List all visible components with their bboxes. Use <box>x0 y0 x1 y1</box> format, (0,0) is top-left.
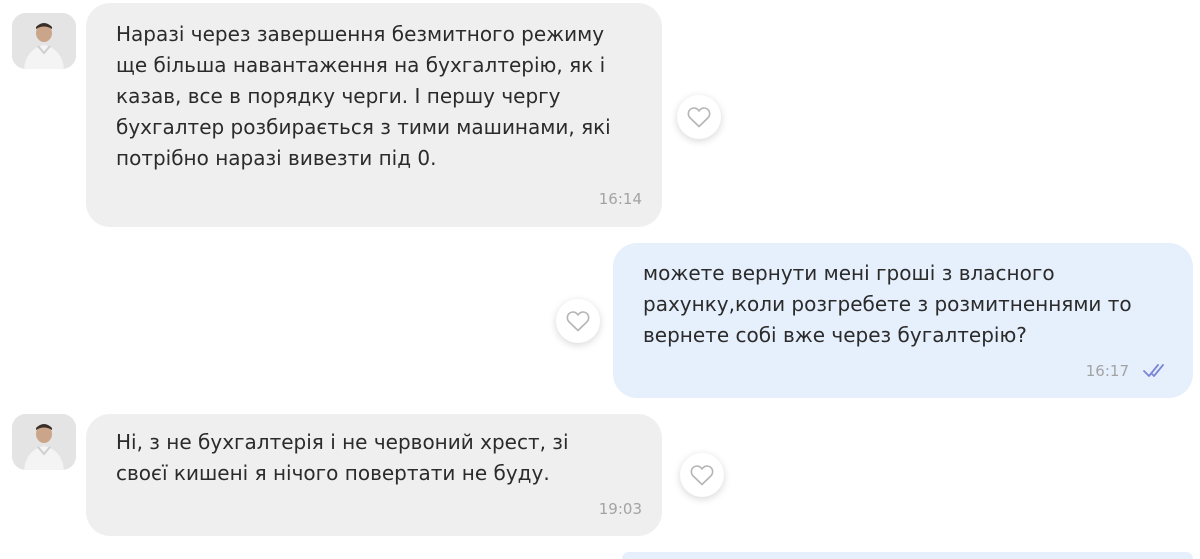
message-time: 16:17 <box>1085 362 1129 380</box>
message-text: Ні, з не бухгалтерія і не червоний хрест… <box>116 430 569 485</box>
like-button[interactable] <box>556 299 600 343</box>
message-bubble-incoming[interactable]: Ні, з не бухгалтерія і не червоний хрест… <box>86 414 662 536</box>
like-button[interactable] <box>680 453 724 497</box>
heart-icon <box>690 465 714 486</box>
contact-photo-icon <box>12 13 76 69</box>
heart-icon <box>687 107 711 128</box>
contact-photo-icon <box>12 414 76 470</box>
chat-message-list: Наразі через завершення безмитного режим… <box>0 0 1200 559</box>
message-text: можете вернути мені гроші з власного рах… <box>643 261 1132 347</box>
double-check-icon <box>1143 364 1164 377</box>
heart-icon <box>566 311 590 332</box>
message-text: Наразі через завершення безмитного режим… <box>116 22 611 170</box>
message-bubble-outgoing[interactable]: можете вернути мені гроші з власного рах… <box>613 243 1193 398</box>
message-time: 19:03 <box>598 500 642 518</box>
message-bubble-outgoing-partial[interactable] <box>622 552 1193 559</box>
avatar[interactable] <box>12 414 76 470</box>
like-button[interactable] <box>677 95 721 139</box>
message-time: 16:14 <box>598 190 642 208</box>
message-bubble-incoming[interactable]: Наразі через завершення безмитного режим… <box>86 3 662 227</box>
avatar[interactable] <box>12 13 76 69</box>
